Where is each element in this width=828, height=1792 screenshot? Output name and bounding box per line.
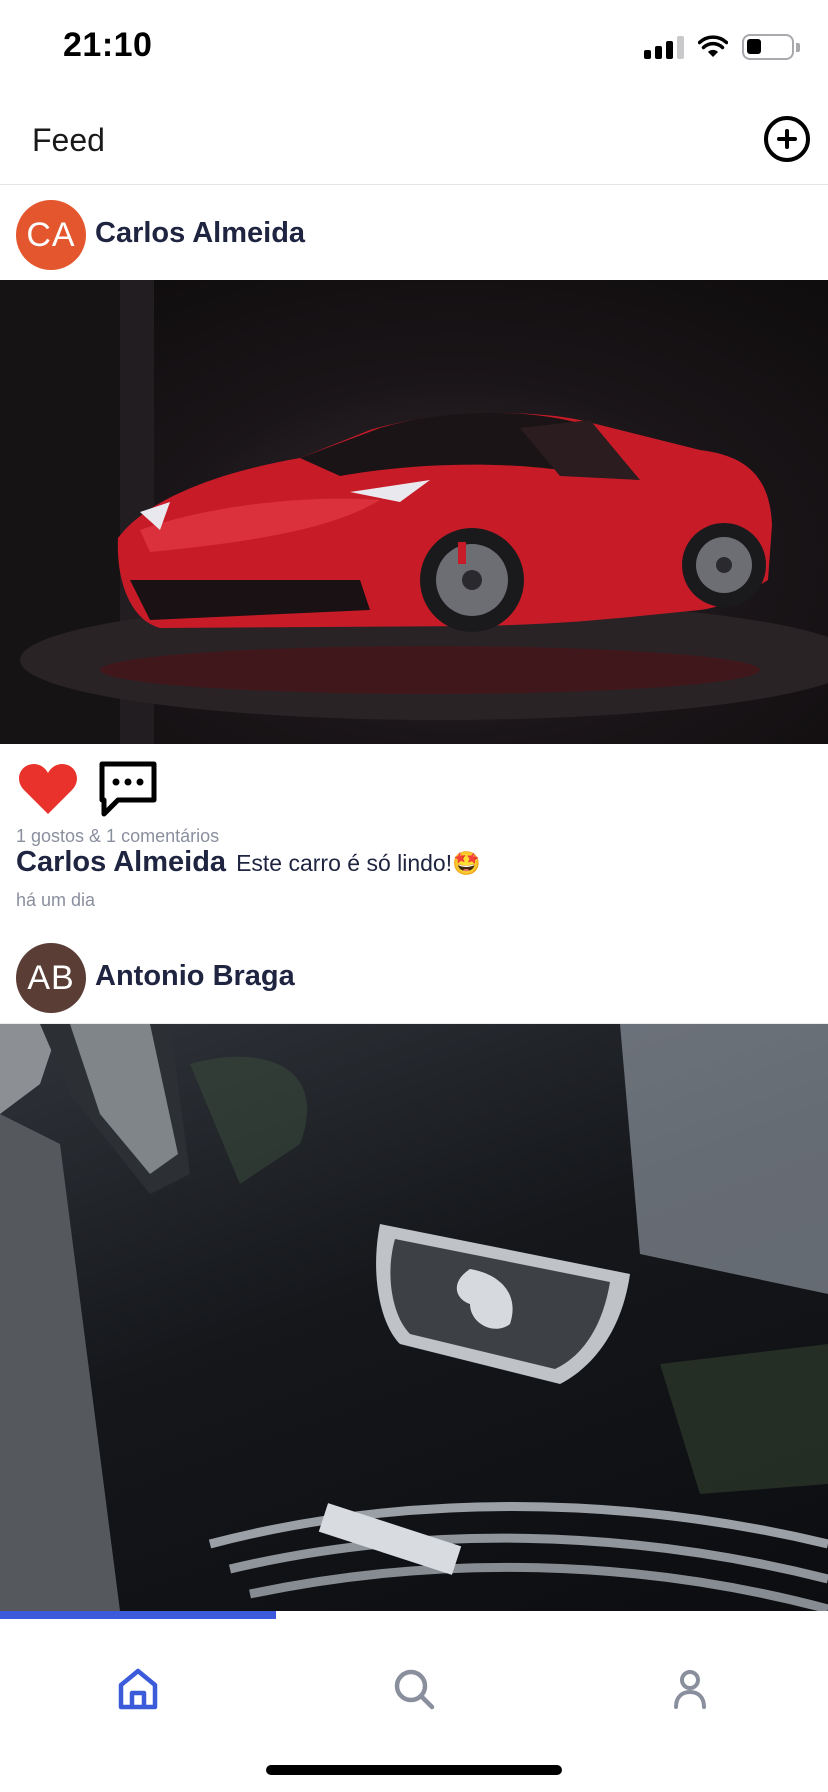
home-indicator	[266, 1765, 562, 1775]
feed-progress-bar	[0, 1611, 828, 1619]
tab-home[interactable]	[98, 1649, 178, 1729]
tab-profile[interactable]	[650, 1649, 730, 1729]
user-icon	[674, 1670, 706, 1709]
page-title: Feed	[32, 122, 105, 158]
post-header: AB Antonio Braga	[0, 928, 828, 1024]
wifi-icon	[698, 35, 728, 57]
post-image-red-sports-car[interactable]	[0, 280, 828, 744]
post-actions	[0, 744, 828, 834]
post-header: CA Carlos Almeida	[0, 185, 828, 281]
home-icon	[118, 1668, 158, 1710]
heart-icon[interactable]	[16, 758, 80, 822]
caption-author[interactable]: Carlos Almeida	[16, 846, 226, 879]
status-icons	[644, 34, 800, 60]
status-time: 21:10	[63, 26, 153, 64]
caption-text: Este carro é só lindo!🤩	[236, 850, 481, 876]
post-timestamp: há um dia	[16, 890, 96, 910]
feed-progress-fill	[0, 1611, 276, 1619]
feed-header: Feed	[0, 96, 828, 185]
post-image-car-grille[interactable]	[0, 1024, 828, 1611]
add-post-button[interactable]	[764, 116, 810, 162]
tab-bar	[0, 1619, 828, 1792]
tab-search[interactable]	[374, 1649, 454, 1729]
cellular-signal-icon	[644, 35, 684, 59]
car-front-illustration	[0, 1024, 828, 1611]
battery-icon	[742, 34, 800, 60]
comment-icon[interactable]	[96, 756, 160, 820]
status-bar: 21:10	[0, 0, 828, 96]
post-author[interactable]: Carlos Almeida	[95, 217, 305, 250]
avatar[interactable]: AB	[16, 943, 86, 1013]
likes-comments-summary[interactable]: 1 gostos & 1 comentários	[16, 826, 219, 847]
avatar[interactable]: CA	[16, 200, 86, 270]
search-icon	[394, 1669, 435, 1710]
car-illustration	[0, 280, 828, 744]
post-caption: Carlos Almeida Este carro é só lindo!🤩	[16, 846, 481, 879]
post-author[interactable]: Antonio Braga	[95, 960, 295, 993]
